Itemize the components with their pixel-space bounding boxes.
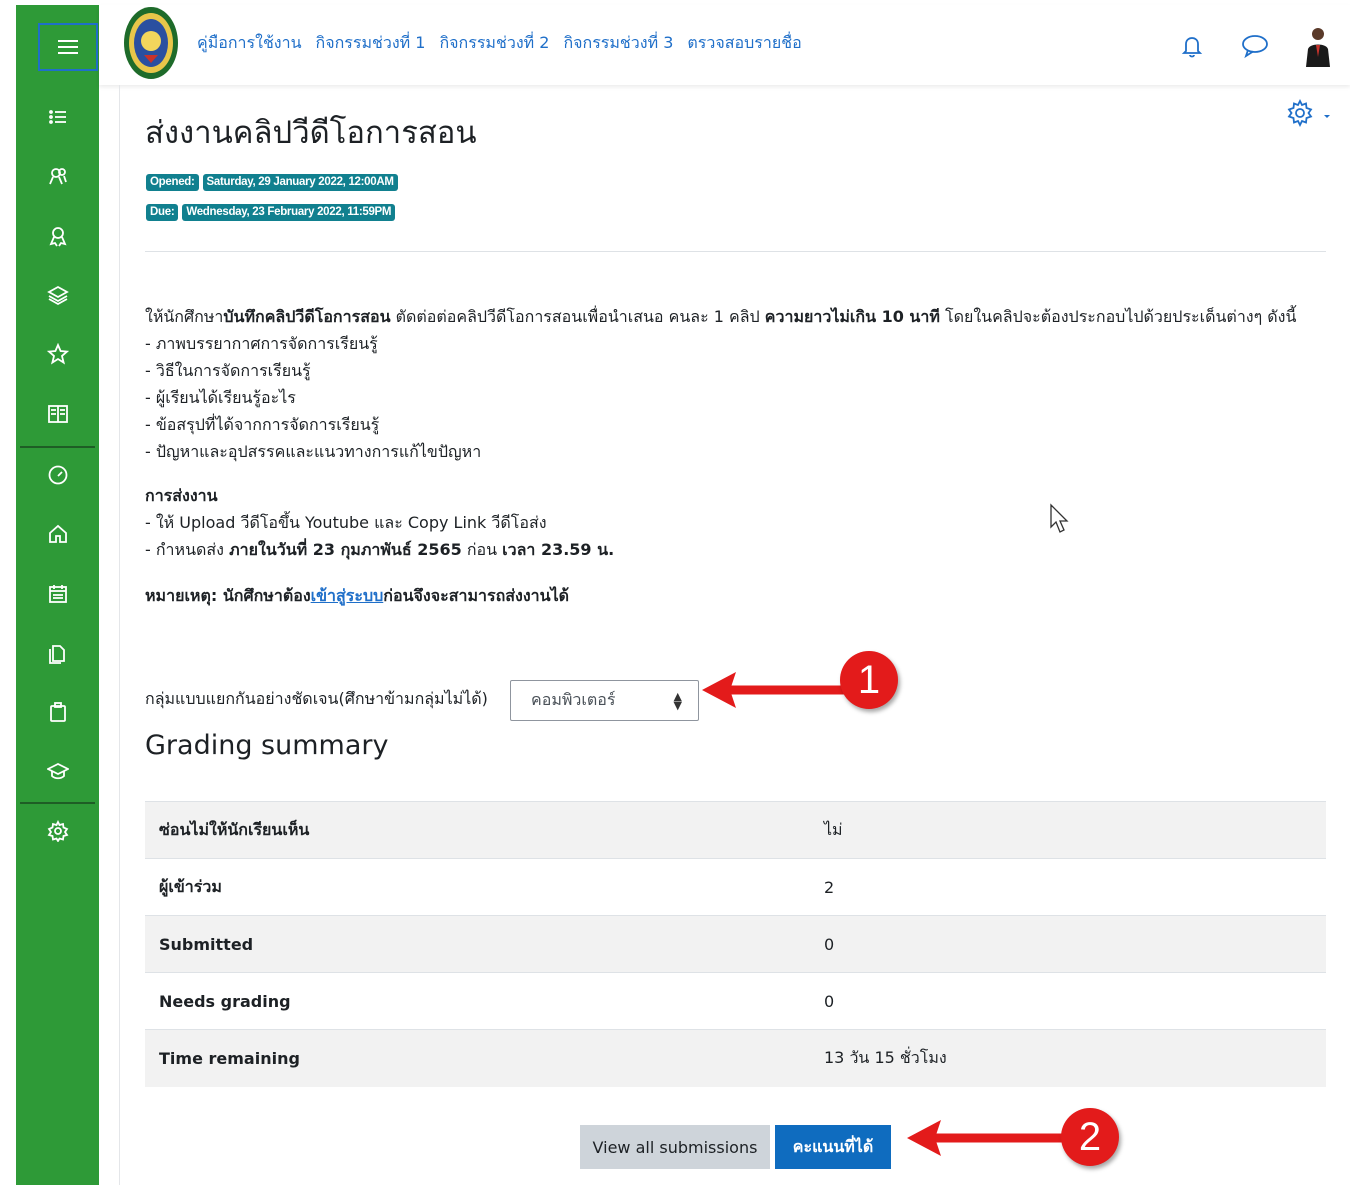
group-mode-label: กลุ่มแบบแยกกันอย่างชัดเจน(ศึกษาข้ามกลุ่ม… [145,689,488,708]
list-item: - ปัญหาและอุปสรรคและแนวทางการแก้ไขปัญหา [145,442,482,461]
row-value: 0 [810,972,1326,1030]
list-item: - ข้อสรุปที่ได้จากการจัดการเรียนรู้ [145,415,380,434]
opened-date-row: Opened: Saturday, 29 January 2022, 12:00… [146,174,398,191]
annotation-callout-1: 1 [840,651,898,709]
annotation-callout-2: 2 [1061,1108,1119,1166]
due-label-badge: Due: [146,204,179,221]
settings-icon[interactable] [16,811,99,851]
grading-summary-table: ซ่อนไม่ให้นักเรียนเห็น ไม่ ผู้เข้าร่วม 2… [145,801,1326,1087]
view-all-submissions-button[interactable]: View all submissions [580,1125,770,1169]
sidebar [16,5,99,1185]
table-row: Needs grading 0 [145,972,1326,1030]
opened-date-badge: Saturday, 29 January 2022, 12:00AM [202,174,398,191]
page-title: ส่งงานคลิปวีดีโอการสอน [145,115,477,151]
nav-link-activity-2[interactable]: กิจกรรมช่วงที่ 2 [439,31,549,56]
annotation-arrow-2 [907,1120,1063,1156]
group-select-value: คอมพิวเตอร์ [531,690,616,709]
table-row: Submitted 0 [145,915,1326,973]
list-item: - ภาพบรรยากาศการจัดการเรียนรู้ [145,334,378,353]
list-icon[interactable] [16,97,99,137]
due-date-row: Due: Wednesday, 23 February 2022, 11:59P… [146,204,396,221]
star-icon[interactable] [16,334,99,374]
nav-link-check-names[interactable]: ตรวจสอบรายชื่อ [687,31,801,56]
row-value: ไม่ [810,801,1326,859]
dashboard-icon[interactable] [16,455,99,495]
badges-icon[interactable] [16,216,99,256]
row-key: Time remaining [145,1029,810,1087]
due-date-badge: Wednesday, 23 February 2022, 11:59PM [182,204,396,221]
divider [145,251,1326,252]
university-logo[interactable] [122,5,180,81]
bell-icon[interactable] [1179,33,1205,59]
grading-summary-title: Grading summary [145,730,389,761]
nav-link-activity-3[interactable]: กิจกรรมช่วงที่ 3 [563,31,673,56]
competencies-icon[interactable] [16,275,99,315]
row-value: 2 [810,858,1326,916]
calendar-icon[interactable] [16,574,99,614]
row-key: Submitted [145,915,810,973]
nav-link-activity-1[interactable]: กิจกรรมช่วงที่ 1 [316,31,426,56]
chat-icon[interactable] [1241,33,1268,59]
row-value: 13 วัน 15 ชั่วโมง [810,1029,1326,1087]
annotation-arrow-1 [702,672,848,708]
row-key: Needs grading [145,972,810,1030]
login-link[interactable]: เข้าสู่ระบบ [311,586,384,605]
submit-deadline: - กำหนดส่ง ภายในวันที่ 23 กุมภาพันธ์ 256… [145,540,615,559]
files-icon[interactable] [16,633,99,673]
login-note: หมายเหตุ: นักศึกษาต้องเข้าสู่ระบบก่อนจึง… [145,586,569,605]
group-select[interactable]: คอมพิวเตอร์ ▲ ▼ [510,680,699,721]
sidebar-divider [20,446,95,448]
table-row: ซ่อนไม่ให้นักเรียนเห็น ไม่ [145,801,1326,859]
courses-icon[interactable] [16,751,99,791]
nav-link-manual[interactable]: คู่มือการใช้งาน [197,31,302,56]
intro-paragraph: ให้นักศึกษาบันทึกคลิปวีดีโอการสอน ตัดต่อ… [145,307,1297,326]
row-key: ผู้เข้าร่วม [145,858,810,916]
list-item: - วิธีในการจัดการเรียนรู้ [145,361,311,380]
content-border [119,85,120,1185]
grades-icon[interactable] [16,394,99,434]
submit-instruction: - ให้ Upload วีดีโอขึ้น Youtube และ Copy… [145,513,547,532]
primary-nav: คู่มือการใช้งาน กิจกรรมช่วงที่ 1 กิจกรรม… [197,31,802,56]
row-value: 0 [810,915,1326,973]
main-content: ส่งงานคลิปวีดีโอการสอน Opened: Saturday,… [145,85,1326,1185]
mouse-cursor-icon [1050,503,1069,533]
home-icon[interactable] [16,514,99,554]
avatar[interactable] [1302,23,1332,69]
list-item: - ผู้เรียนได้เรียนรู้อะไร [145,388,296,407]
hamburger-icon[interactable] [38,23,98,71]
table-row: Time remaining 13 วัน 15 ชั่วโมง [145,1029,1326,1087]
sidebar-divider [20,802,95,804]
assignment-description: ให้นักศึกษาบันทึกคลิปวีดีโอการสอน ตัดต่อ… [145,303,1326,609]
participants-icon[interactable] [16,156,99,196]
table-row: ผู้เข้าร่วม 2 [145,858,1326,916]
row-key: ซ่อนไม่ให้นักเรียนเห็น [145,801,810,859]
grade-button[interactable]: คะแนนที่ได้ [775,1125,891,1169]
top-navbar: คู่มือการใช้งาน กิจกรรมช่วงที่ 1 กิจกรรม… [99,5,1350,85]
submit-heading: การส่งงาน [145,486,218,505]
opened-label-badge: Opened: [146,174,199,191]
select-caret-icon: ▲ ▼ [673,690,682,712]
content-bank-icon[interactable] [16,692,99,732]
